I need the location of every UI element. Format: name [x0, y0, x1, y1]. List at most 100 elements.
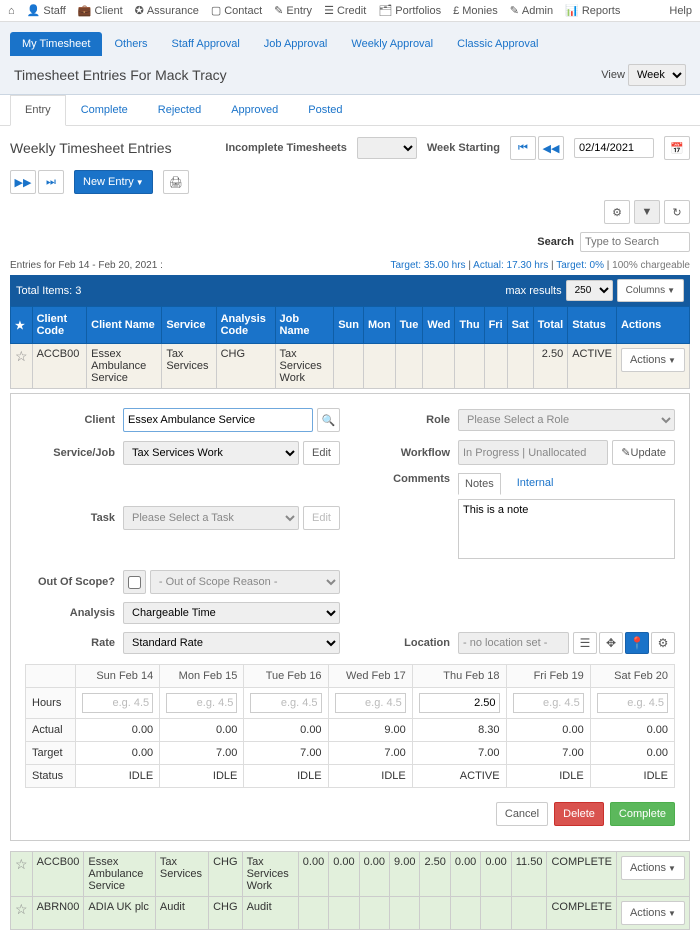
calendar-button[interactable]: 📅 — [664, 136, 690, 160]
location-pin-button[interactable]: 📍 — [625, 632, 649, 654]
table-row[interactable]: ☆ACCB00Essex Ambulance ServiceTax Servic… — [11, 344, 690, 389]
hours-input[interactable] — [82, 693, 153, 713]
cell-client: Essex Ambulance Service — [87, 344, 162, 389]
nav-help[interactable]: Help — [669, 5, 692, 17]
client-search-button[interactable]: 🔍 — [317, 408, 340, 432]
print-button[interactable]: 🖨 — [163, 170, 189, 194]
settings-button[interactable]: ⚙ — [604, 200, 630, 224]
star-cell[interactable]: ☆ — [11, 897, 33, 930]
week-next-button[interactable]: ▶▶ — [10, 170, 36, 194]
hours-input[interactable] — [335, 693, 406, 713]
column-header[interactable]: Status — [568, 307, 617, 344]
incomplete-select[interactable] — [357, 137, 417, 159]
location-move-button[interactable]: ✥ — [599, 632, 623, 654]
nav-staff[interactable]: 👤 Staff — [27, 4, 66, 17]
column-header[interactable]: Client Code — [32, 307, 87, 344]
role-select[interactable]: Please Select a Role — [458, 409, 675, 431]
hours-input[interactable] — [597, 693, 668, 713]
nav-portfolios[interactable]: 🗂 Portfolios — [378, 4, 441, 17]
nav-admin[interactable]: ✎ Admin — [510, 4, 553, 17]
subtab-entry[interactable]: Entry — [10, 95, 66, 126]
column-header[interactable]: Total — [533, 307, 567, 344]
filter-button[interactable]: ▼ — [634, 200, 660, 224]
star-cell[interactable]: ☆ — [11, 852, 33, 897]
week-prev-button[interactable]: ◀◀ — [538, 136, 564, 160]
nav-credit[interactable]: ☰ Credit — [324, 4, 366, 17]
row-actions-button[interactable]: Actions▼ — [621, 856, 685, 880]
cell-acode: CHG — [216, 344, 275, 389]
week-last-button[interactable]: ⏭ — [38, 170, 64, 194]
nav-entry[interactable]: ✎ Entry — [274, 4, 312, 17]
column-header[interactable]: Sat — [507, 307, 533, 344]
subtab-approved[interactable]: Approved — [216, 95, 293, 125]
panel-heading: Weekly Timesheet Entries — [10, 140, 172, 156]
nav-assurance[interactable]: ✪ Assurance — [135, 4, 199, 17]
comments-tab-notes[interactable]: Notes — [458, 473, 501, 495]
target-hours: Target: 35.00 hrs — [391, 260, 466, 271]
servicejob-edit-button[interactable]: Edit — [303, 441, 340, 465]
oos-checkbox[interactable] — [128, 576, 141, 589]
hours-input[interactable] — [513, 693, 584, 713]
tab-classic-approval[interactable]: Classic Approval — [445, 32, 550, 56]
notes-textarea[interactable]: This is a note — [458, 499, 675, 559]
view-select[interactable]: Week — [628, 64, 686, 86]
refresh-button[interactable]: ↻ — [664, 200, 690, 224]
column-header[interactable]: Thu — [455, 307, 484, 344]
cell-service: Audit — [155, 897, 208, 930]
location-list-button[interactable]: ☰ — [573, 632, 597, 654]
column-header[interactable]: Service — [162, 307, 216, 344]
star-cell[interactable]: ☆ — [11, 344, 33, 389]
workflow-update-button[interactable]: ✎ Update — [612, 440, 675, 465]
nav-client[interactable]: 💼 Client — [78, 4, 123, 17]
home-icon[interactable]: ⌂ — [8, 5, 15, 17]
delete-button[interactable]: Delete — [554, 802, 604, 826]
analysis-select[interactable]: Chargeable Time — [123, 602, 340, 624]
comments-tab-internal[interactable]: Internal — [511, 473, 560, 495]
hours-input[interactable] — [419, 693, 500, 713]
week-first-button[interactable]: ⏮ — [510, 136, 536, 160]
nav-contact[interactable]: ▢ Contact — [211, 4, 262, 17]
max-results-select[interactable]: 250 — [566, 280, 613, 301]
tab-others[interactable]: Others — [102, 32, 159, 56]
subtab-rejected[interactable]: Rejected — [143, 95, 216, 125]
column-header[interactable]: Fri — [484, 307, 507, 344]
column-header[interactable]: Actions — [616, 307, 689, 344]
table-row[interactable]: ☆ABRN00ADIA UK plcAuditCHGAuditCOMPLETEA… — [11, 897, 690, 930]
column-header[interactable]: Job Name — [275, 307, 334, 344]
nav-reports[interactable]: 📊 Reports — [565, 4, 620, 17]
column-header[interactable]: Client Name — [87, 307, 162, 344]
tab-weekly-approval[interactable]: Weekly Approval — [339, 32, 445, 56]
subtab-posted[interactable]: Posted — [293, 95, 357, 125]
row-actions-button[interactable]: Actions▼ — [621, 901, 685, 925]
row-actions-button[interactable]: Actions▼ — [621, 348, 685, 372]
client-input[interactable] — [123, 408, 313, 432]
hours-input[interactable] — [166, 693, 237, 713]
column-header[interactable]: Analysis Code — [216, 307, 275, 344]
weekstart-input[interactable] — [574, 138, 654, 158]
search-input[interactable] — [580, 232, 690, 252]
column-header[interactable]: Mon — [364, 307, 396, 344]
oos-reason-select[interactable]: - Out of Scope Reason - — [150, 570, 340, 594]
location-settings-button[interactable]: ⚙ — [651, 632, 675, 654]
nav-monies[interactable]: £ Monies — [453, 5, 498, 17]
hours-input[interactable] — [250, 693, 321, 713]
cell-job: Tax Services Work — [242, 852, 298, 897]
subtab-complete[interactable]: Complete — [66, 95, 143, 125]
servicejob-select[interactable]: Tax Services Work — [123, 441, 299, 465]
actual-cell: 0.00 — [590, 719, 674, 742]
column-header[interactable]: Tue — [395, 307, 423, 344]
complete-button[interactable]: Complete — [610, 802, 675, 826]
tab-job-approval[interactable]: Job Approval — [252, 32, 340, 56]
column-header[interactable]: Sun — [334, 307, 364, 344]
cancel-button[interactable]: Cancel — [496, 802, 548, 826]
rate-select[interactable]: Standard Rate — [123, 632, 340, 654]
tab-staff-approval[interactable]: Staff Approval — [159, 32, 251, 56]
task-select[interactable]: Please Select a Task — [123, 506, 299, 530]
star-column[interactable]: ★ — [11, 307, 33, 344]
columns-button[interactable]: Columns ▼ — [617, 279, 684, 302]
table-row[interactable]: ☆ACCB00Essex Ambulance ServiceTax Servic… — [11, 852, 690, 897]
max-results-label: max results — [505, 285, 561, 297]
new-entry-button[interactable]: New Entry ▼ — [74, 170, 153, 194]
tab-my-timesheet[interactable]: My Timesheet — [10, 32, 102, 56]
column-header[interactable]: Wed — [423, 307, 455, 344]
